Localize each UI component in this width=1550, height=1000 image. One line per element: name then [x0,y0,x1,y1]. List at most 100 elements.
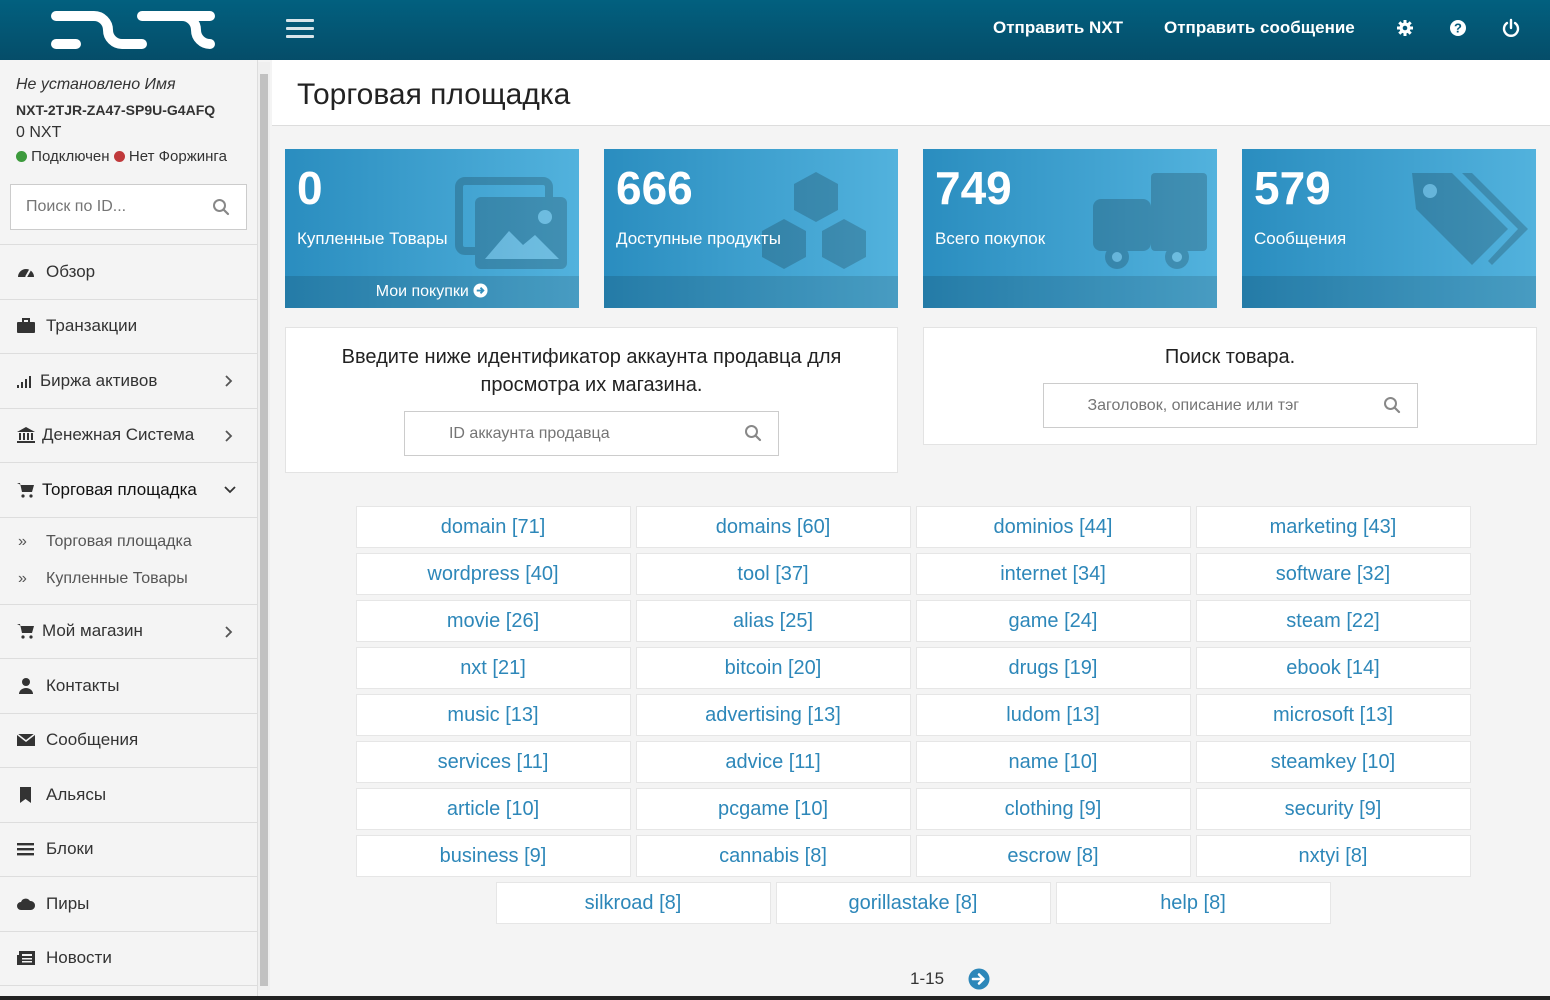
tag-link[interactable]: gorillastake [8] [775,882,1051,924]
tag-link[interactable]: name [10] [915,741,1191,783]
tag-link[interactable]: nxt [21] [355,647,631,689]
help-question-icon[interactable]: ? [1448,18,1468,38]
tag-link[interactable]: microsoft [13] [1195,694,1471,736]
account-id[interactable]: NXT-2TJR-ZA47-SP9U-G4AFQ [16,102,241,118]
double-chevron-icon: » [18,533,27,550]
newspaper-icon [17,951,35,966]
my-purchases-link[interactable]: Мои покупки [285,276,579,308]
cart-icon [17,624,34,639]
stat-footer [1242,276,1536,308]
sidebar-item-overview[interactable]: Обзор [0,245,257,300]
account-name[interactable]: Не установлено Имя [16,76,241,94]
sidebar-item-marketplace[interactable]: Торговая площадка [0,463,257,518]
scrollbar-thumb[interactable] [260,74,268,986]
sidebar-item-label: Блоки [46,839,94,859]
tag-link[interactable]: internet [34] [915,553,1191,595]
top-navbar: Отправить NXT Отправить сообщение ? [0,0,1550,60]
tag-link[interactable]: steamkey [10] [1195,741,1471,783]
sidebar-item-messages[interactable]: Сообщения [0,714,257,768]
bank-icon [17,427,35,444]
tag-link[interactable]: drugs [19] [915,647,1191,689]
sidebar-item-news[interactable]: Новости [0,932,257,986]
pagination: 1-15 [910,968,990,990]
stat-value: 749 [935,162,1012,214]
search-icon[interactable] [212,198,230,216]
search-icon[interactable] [744,424,762,442]
tag-link[interactable]: domains [60] [635,506,911,548]
double-chevron-icon: » [18,570,27,587]
tag-link[interactable]: marketing [43] [1195,506,1471,548]
tag-link[interactable]: steam [22] [1195,600,1471,642]
sidebar-item-peers[interactable]: Пиры [0,877,257,932]
tag-link[interactable]: game [24] [915,600,1191,642]
tag-link[interactable]: ebook [14] [1195,647,1471,689]
id-search-input[interactable] [11,185,201,229]
tag-link[interactable]: dominios [44] [915,506,1191,548]
tag-link[interactable]: clothing [9] [915,788,1191,830]
sidebar-item-monetary-system[interactable]: Денежная Система [0,409,257,463]
tag-link[interactable]: services [11] [355,741,631,783]
tag-link[interactable]: article [10] [355,788,631,830]
sidebar-item-transactions[interactable]: Транзакции [0,300,257,354]
tag-link[interactable]: music [13] [355,694,631,736]
product-search-input[interactable] [1071,384,1389,427]
tag-link[interactable]: silkroad [8] [495,882,771,924]
sidebar-item-my-store[interactable]: Мой магазин [0,605,257,659]
tag-link[interactable]: business [9] [355,835,631,877]
tag-link[interactable]: pcgame [10] [635,788,911,830]
my-purchases-label: Мои покупки [375,283,469,300]
search-icon[interactable] [1383,396,1401,414]
tag-link[interactable]: tool [37] [635,553,911,595]
tag-row: silkroad [8] gorillastake [8] help [8] [353,882,1473,924]
tags-icon [1412,173,1528,265]
tag-link[interactable]: advice [11] [635,741,911,783]
tag-link[interactable]: software [32] [1195,553,1471,595]
submenu-item-marketplace[interactable]: » Торговая площадка [0,524,257,561]
tag-link[interactable]: help [8] [1055,882,1331,924]
stat-value: 579 [1254,162,1331,214]
stat-label: Сообщения [1254,229,1347,248]
page-title: Торговая площадка [297,78,571,111]
sidebar-item-contacts[interactable]: Контакты [0,659,257,714]
nxt-logo[interactable] [50,8,220,52]
tag-link[interactable]: ludom [13] [915,694,1191,736]
stat-label: Купленные Товары [297,229,448,248]
tag-link[interactable]: escrow [8] [915,835,1191,877]
tag-link[interactable]: domain [71] [355,506,631,548]
tag-link[interactable]: wordpress [40] [355,553,631,595]
stat-box-purchased: 0 Купленные Товары Мои покупки [285,149,579,308]
seller-panel-title-2: просмотра их магазина. [480,374,703,396]
sidebar-item-aliases[interactable]: Альясы [0,768,257,823]
chevron-right-icon [225,375,233,387]
sidebar-item-label: Биржа активов [40,370,158,390]
tag-cloud: domain [71] domains [60] dominios [44] mark… [353,506,1473,929]
tag-link[interactable]: cannabis [8] [635,835,911,877]
stat-box-total-purchases: 749 Всего покупок [923,149,1217,308]
tag-link[interactable]: alias [25] [635,600,911,642]
settings-gear-icon[interactable] [1395,18,1415,38]
tag-link[interactable]: nxtyi [8] [1195,835,1471,877]
tag-link[interactable]: advertising [13] [635,694,911,736]
sidebar-item-asset-exchange[interactable]: Биржа активов [0,354,257,409]
send-nxt-link[interactable]: Отправить NXT [993,18,1123,38]
seller-id-input[interactable] [432,412,751,455]
bottom-border [0,996,1550,1000]
bookmark-icon [20,786,31,803]
tag-row: music [13] advertising [13] ludom [13] micr… [353,694,1473,736]
tag-link[interactable]: movie [26] [355,600,631,642]
tag-link[interactable]: security [9] [1195,788,1471,830]
sidebar-item-blocks[interactable]: Блоки [0,823,257,877]
submenu-item-purchased[interactable]: » Купленные Товары [0,561,257,598]
stat-label: Всего покупок [935,229,1046,248]
sidebar-toggle-icon[interactable] [286,19,314,39]
stat-box-messages: 579 Сообщения [1242,149,1536,308]
next-page-arrow-icon[interactable] [968,968,990,990]
sidebar-scrollbar[interactable] [258,62,270,990]
power-logout-icon[interactable] [1501,18,1521,38]
send-message-link[interactable]: Отправить сообщение [1164,18,1355,38]
sidebar-item-label: Новости [46,948,112,968]
account-info: Не установлено Имя NXT-2TJR-ZA47-SP9U-G4… [0,60,257,166]
account-balance: 0 NXT [16,124,62,141]
tag-link[interactable]: bitcoin [20] [635,647,911,689]
sidebar-nav: Обзор Транзакции Биржа активов Денежная … [0,244,257,986]
